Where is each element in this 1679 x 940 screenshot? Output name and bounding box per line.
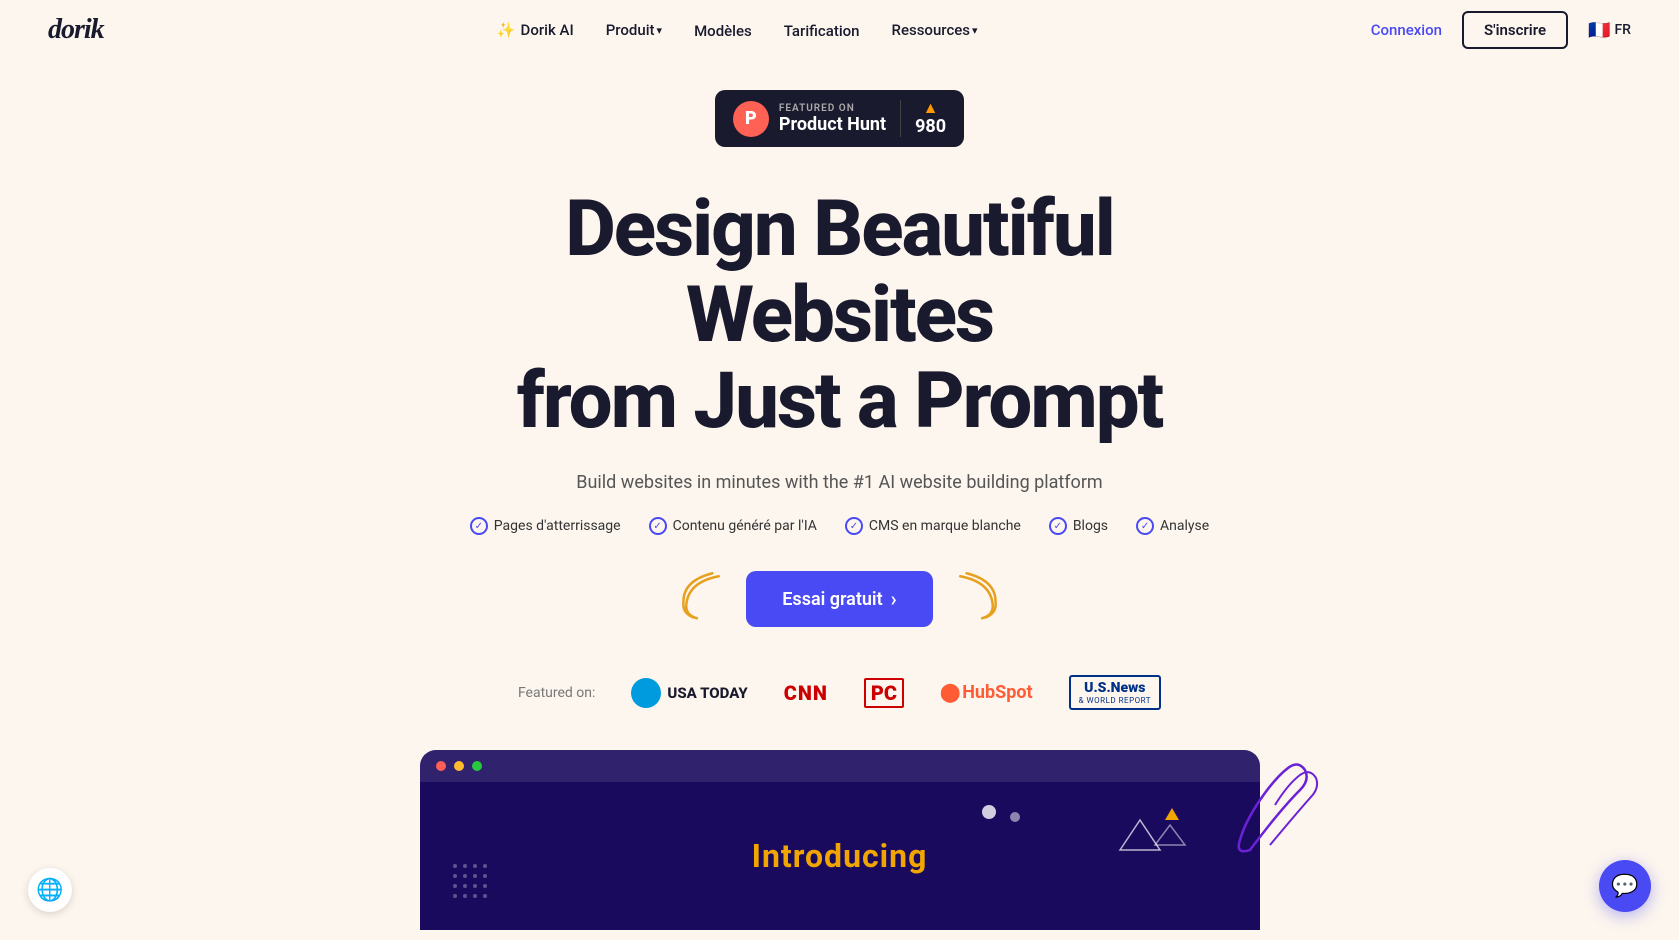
upvote-arrow-icon: ▲ <box>923 100 939 116</box>
check-icon: ✓ <box>845 517 863 535</box>
hero-title: Design Beautiful Websites from Just a Pr… <box>410 187 1270 444</box>
produit-dropdown-icon: ▾ <box>657 24 663 37</box>
cta-arrow-icon: › <box>891 587 897 611</box>
demo-frame: Introducing <box>420 750 1260 930</box>
cta-area: Essai gratuit › <box>746 571 932 627</box>
cta-swirl-left-icon <box>669 563 744 635</box>
feature-chip-blogs: ✓ Blogs <box>1049 517 1108 535</box>
check-icon: ✓ <box>649 517 667 535</box>
nav-item-modeles[interactable]: Modèles <box>694 21 752 40</box>
language-selector[interactable]: 🇫🇷 FR <box>1588 20 1631 41</box>
demo-triangle-decorations <box>1110 800 1190 864</box>
feature-chip-analyse: ✓ Analyse <box>1136 517 1209 535</box>
demo-content: Introducing <box>420 782 1260 930</box>
cookie-icon: 🌐 <box>36 878 63 903</box>
cnn-logo: CNN <box>784 681 828 705</box>
feature-chip-landing: ✓ Pages d'atterrissage <box>470 517 621 535</box>
demo-window-controls <box>420 750 1260 782</box>
product-hunt-logo-icon: P <box>733 101 769 137</box>
chat-support-button[interactable]: 💬 <box>1599 860 1651 912</box>
connexion-link[interactable]: Connexion <box>1371 21 1442 39</box>
product-hunt-text-group: FEATURED ON Product Hunt <box>779 103 886 135</box>
nav-item-ressources[interactable]: Ressources ▾ <box>892 21 978 39</box>
cta-swirl-right-icon <box>935 563 1010 635</box>
window-minimize-dot <box>454 761 464 771</box>
sparkle-icon: ✨ <box>497 21 516 39</box>
featured-on-section: Featured on: USA TODAY CNN PC ⬤ HubSpot … <box>518 675 1161 710</box>
hero-section: P FEATURED ON Product Hunt ▲ 980 Design … <box>0 60 1679 930</box>
french-flag-icon: 🇫🇷 <box>1588 20 1610 41</box>
navigation: dorik ✨ Dorik AI Produit ▾ Modèles Tarif… <box>0 0 1679 60</box>
window-close-dot <box>436 761 446 771</box>
chat-icon: 💬 <box>1611 874 1638 899</box>
hubspot-logo: ⬤ HubSpot <box>940 682 1033 703</box>
demo-container: Introducing <box>420 750 1260 930</box>
hero-subtitle: Build websites in minutes with the #1 AI… <box>576 472 1102 493</box>
check-icon: ✓ <box>1136 517 1154 535</box>
nav-right: Connexion S'inscrire 🇫🇷 FR <box>1371 11 1631 49</box>
cursor-decoration <box>1180 750 1320 884</box>
usa-today-logo: USA TODAY <box>631 678 747 708</box>
check-icon: ✓ <box>470 517 488 535</box>
feature-chip-cms: ✓ CMS en marque blanche <box>845 517 1021 535</box>
logo[interactable]: dorik <box>48 14 104 46</box>
pc-mag-logo: PC <box>864 678 904 708</box>
product-hunt-votes: ▲ 980 <box>900 100 946 137</box>
usnews-logo: U.S.News & WORLD REPORT <box>1069 675 1161 710</box>
check-icon: ✓ <box>1049 517 1067 535</box>
cta-button[interactable]: Essai gratuit › <box>746 571 932 627</box>
nav-item-dorik-ai[interactable]: ✨ Dorik AI <box>497 21 574 39</box>
product-hunt-badge[interactable]: P FEATURED ON Product Hunt ▲ 980 <box>715 90 964 147</box>
demo-dot-grid <box>450 861 500 915</box>
demo-intro-text: Introducing <box>752 837 928 875</box>
hero-features: ✓ Pages d'atterrissage ✓ Contenu généré … <box>470 517 1209 535</box>
privacy-settings-button[interactable]: 🌐 <box>28 868 72 912</box>
nav-item-produit[interactable]: Produit ▾ <box>606 21 662 39</box>
nav-item-tarification[interactable]: Tarification <box>784 21 860 40</box>
featured-logos-row: USA TODAY CNN PC ⬤ HubSpot U.S.News & WO… <box>631 675 1161 710</box>
signup-button[interactable]: S'inscrire <box>1462 11 1568 49</box>
nav-links: ✨ Dorik AI Produit ▾ Modèles Tarificatio… <box>497 21 978 40</box>
ressources-dropdown-icon: ▾ <box>972 24 978 37</box>
feature-chip-contenu: ✓ Contenu généré par l'IA <box>649 517 817 535</box>
demo-circle-decorations <box>982 802 1020 822</box>
window-maximize-dot <box>472 761 482 771</box>
usa-today-circle-icon <box>631 678 661 708</box>
